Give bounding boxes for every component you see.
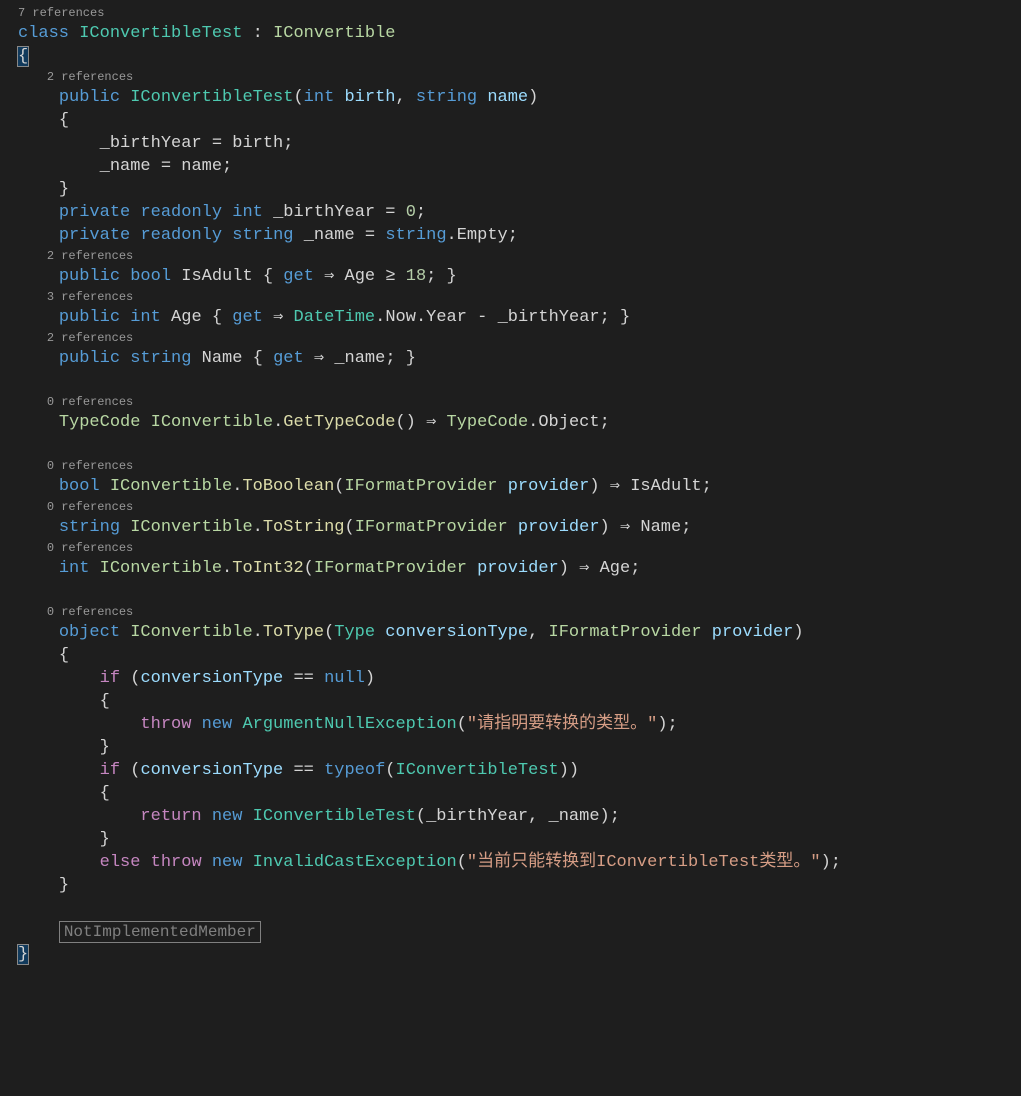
code-line[interactable]: string IConvertible.ToString(IFormatProv… [0,516,1021,539]
codelens[interactable]: 0 references [0,539,1021,557]
code-line[interactable]: private readonly int _birthYear = 0; [0,201,1021,224]
codelens[interactable]: 2 references [0,247,1021,265]
code-line[interactable]: return new IConvertibleTest(_birthYear, … [0,805,1021,828]
code-line[interactable]: public string Name { get ⇒ _name; } [0,347,1021,370]
blank-line [0,434,1021,457]
codelens[interactable]: 3 references [0,288,1021,306]
code-line[interactable]: } [0,736,1021,759]
code-line[interactable]: { [0,690,1021,713]
code-line[interactable]: _birthYear = birth; [0,132,1021,155]
brace-close: } [18,945,28,964]
code-line[interactable]: if (conversionType == typeof(IConvertibl… [0,759,1021,782]
codelens[interactable]: 0 references [0,393,1021,411]
code-line[interactable]: _name = name; [0,155,1021,178]
code-line[interactable]: object IConvertible.ToType(Type conversi… [0,621,1021,644]
blank-line [0,897,1021,920]
code-line[interactable]: { [0,782,1021,805]
brace-open: { [18,47,28,66]
code-line[interactable]: public IConvertibleTest(int birth, strin… [0,86,1021,109]
codelens[interactable]: 0 references [0,457,1021,475]
code-line[interactable]: } [0,943,1021,966]
code-line[interactable]: } [0,178,1021,201]
region-box[interactable]: NotImplementedMember [59,921,261,943]
code-line[interactable]: { [0,45,1021,68]
code-line[interactable]: class IConvertibleTest : IConvertible [0,22,1021,45]
code-line[interactable]: int IConvertible.ToInt32(IFormatProvider… [0,557,1021,580]
blank-line [0,580,1021,603]
code-line[interactable]: { [0,109,1021,132]
code-line[interactable]: private readonly string _name = string.E… [0,224,1021,247]
code-line[interactable]: throw new ArgumentNullException("请指明要转换的… [0,713,1021,736]
codelens[interactable]: 2 references [0,329,1021,347]
code-line[interactable]: if (conversionType == null) [0,667,1021,690]
code-line[interactable]: else throw new InvalidCastException("当前只… [0,851,1021,874]
code-line[interactable]: } [0,828,1021,851]
blank-line [0,370,1021,393]
code-line[interactable]: bool IConvertible.ToBoolean(IFormatProvi… [0,475,1021,498]
code-line[interactable]: { [0,644,1021,667]
collapsed-region[interactable]: NotImplementedMember [0,920,1021,943]
codelens[interactable]: 2 references [0,68,1021,86]
code-line[interactable]: } [0,874,1021,897]
code-line[interactable]: public bool IsAdult { get ⇒ Age ≥ 18; } [0,265,1021,288]
codelens[interactable]: 7 references [0,4,1021,22]
code-line[interactable]: TypeCode IConvertible.GetTypeCode() ⇒ Ty… [0,411,1021,434]
code-line[interactable]: public int Age { get ⇒ DateTime.Now.Year… [0,306,1021,329]
codelens[interactable]: 0 references [0,498,1021,516]
codelens[interactable]: 0 references [0,603,1021,621]
code-editor[interactable]: 7 references class IConvertibleTest : IC… [0,0,1021,986]
